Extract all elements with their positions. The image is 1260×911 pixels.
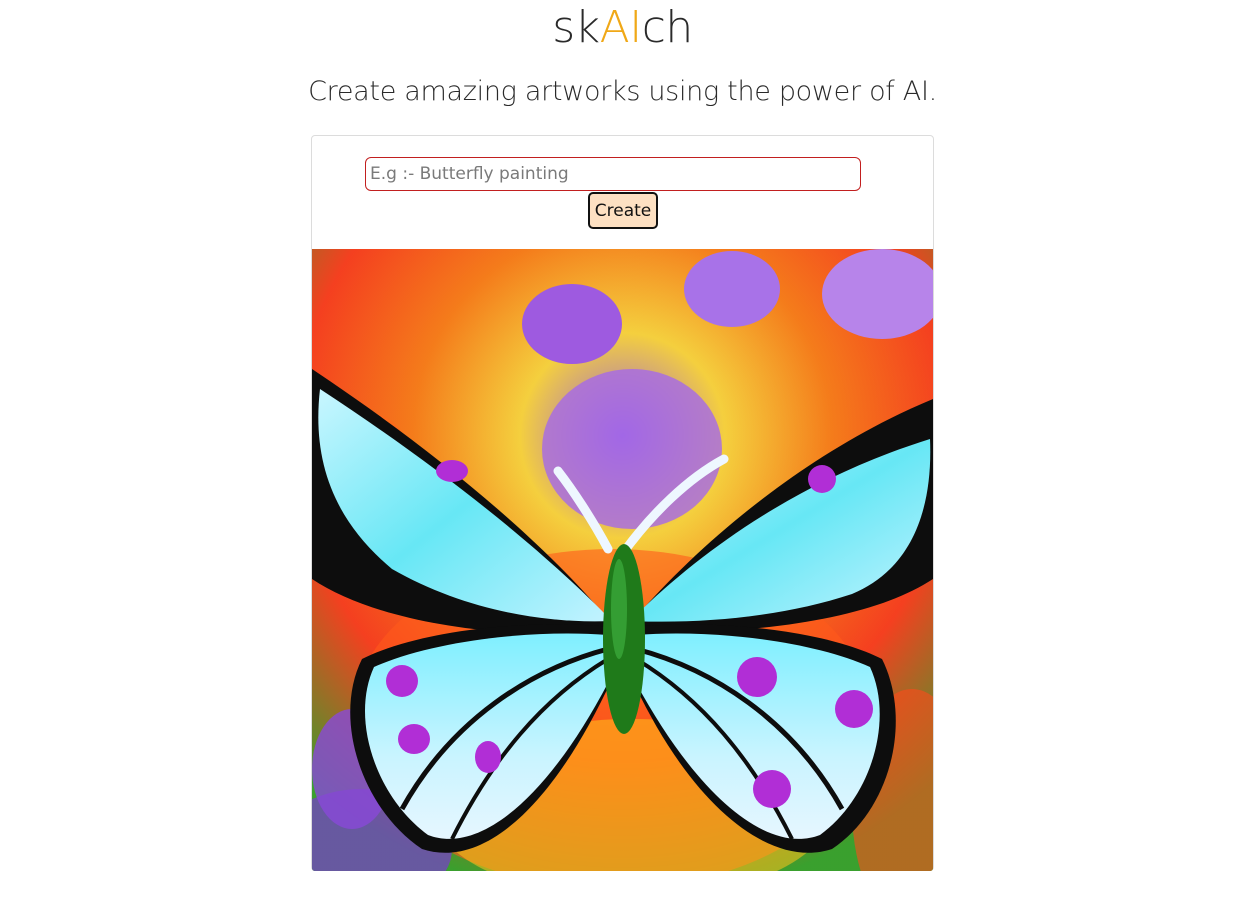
prompt-input[interactable]: [365, 157, 861, 191]
tagline: Create amazing artworks using the power …: [308, 76, 937, 107]
title-prefix: sk: [552, 2, 600, 53]
app-title: skAIch: [0, 2, 1245, 53]
generated-artwork: [312, 249, 933, 871]
generator-card: Create: [311, 135, 934, 871]
title-suffix: ch: [641, 2, 694, 53]
butterfly-painting-image: [312, 249, 933, 871]
title-highlight: AI: [599, 2, 643, 53]
create-button[interactable]: Create: [588, 192, 658, 229]
page: skAIch Create amazing artworks using the…: [0, 0, 1260, 911]
